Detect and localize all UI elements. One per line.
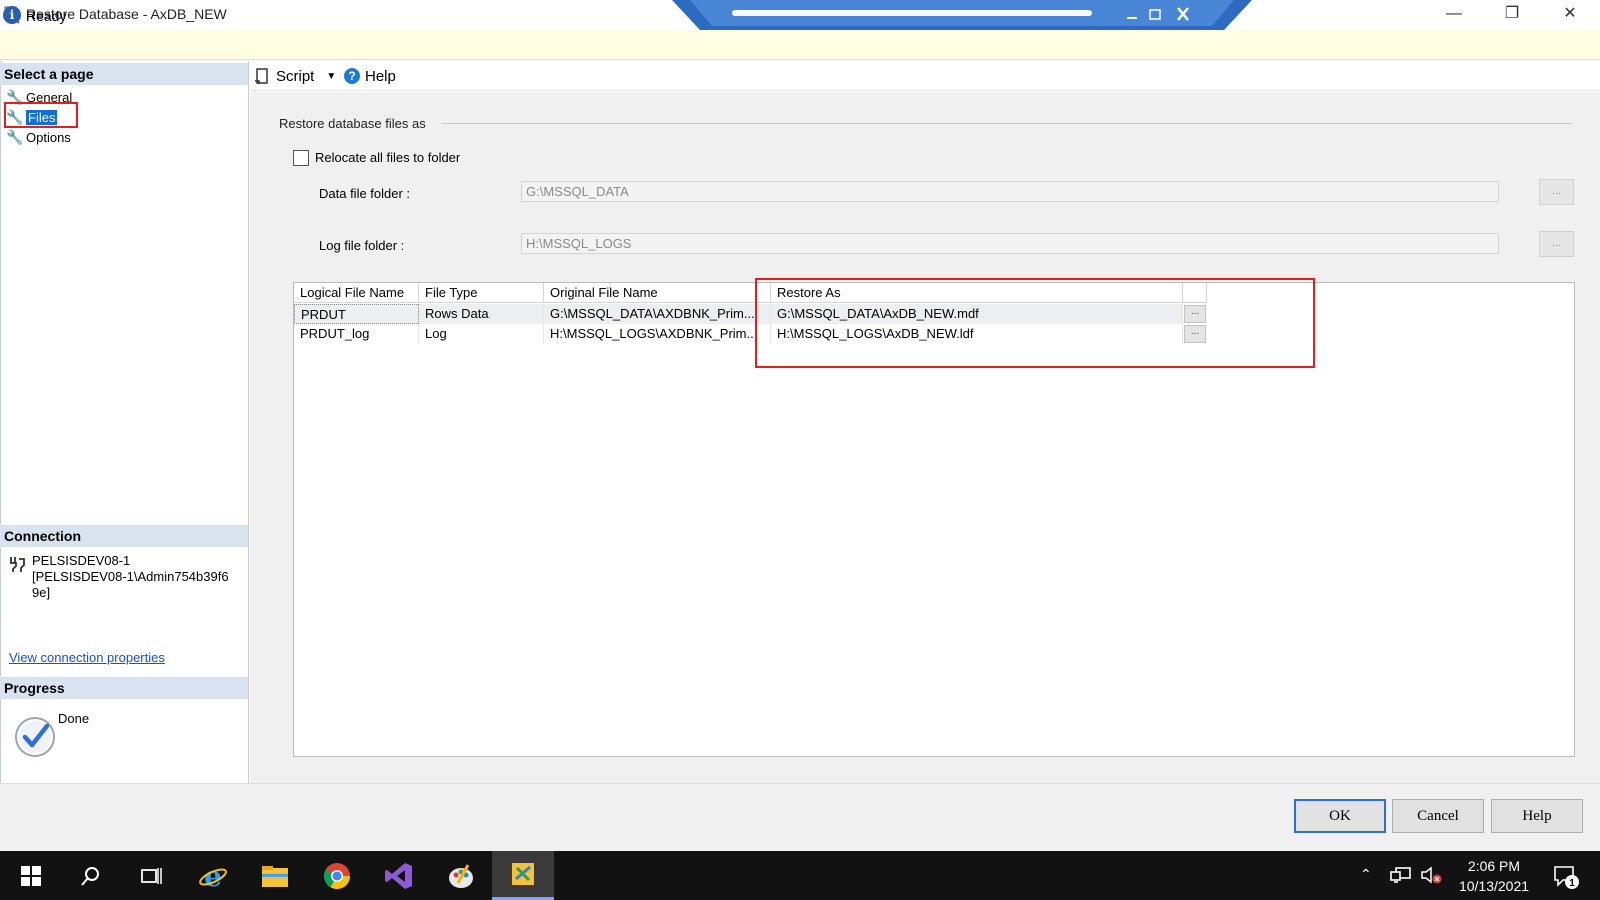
connection-user: [PELSISDEV08-1\Admin754b39f6 [32,569,229,584]
folder-icon [262,865,288,887]
restore-window-icon[interactable]: ❐ [1483,0,1541,28]
restore-as-highlight-box [755,278,1315,368]
column-header[interactable]: Original File Name [544,283,771,303]
svg-text:e: e [204,861,222,891]
status-text: Ready [26,8,67,24]
connection-header: Connection [0,525,248,547]
help-icon: ? [344,68,360,84]
group-divider [442,123,1572,124]
table-cell[interactable]: G:\MSSQL_DATA\AXDBNK_Prim... [544,304,771,324]
search-icon [81,866,99,886]
windows-icon [21,865,41,886]
clock-date: 10/13/2021 [1458,878,1530,894]
column-header[interactable]: File Type [419,283,544,303]
remote-connection-bar[interactable] [672,0,1252,30]
clock-time: 2:06 PM [1467,858,1521,874]
table-cell[interactable]: PRDUT [294,304,419,324]
info-icon: i [3,6,21,24]
taskbar-app-explorer[interactable] [244,851,306,900]
status-bar [0,30,1600,60]
select-page-header: Select a page [0,63,248,85]
taskbar-app-chrome[interactable] [306,851,368,900]
chrome-icon [323,862,351,889]
data-folder-input[interactable]: G:\MSSQL_DATA [521,181,1499,202]
help-toolbar-button[interactable]: ? Help [343,65,396,87]
left-panel [0,61,249,783]
help-button[interactable]: Help [1491,799,1583,833]
clock[interactable]: 2:06 PM 10/13/2021 [1452,856,1536,896]
volume-muted-icon[interactable] [1420,866,1442,884]
log-folder-label: Log file folder : [319,238,405,253]
table-cell[interactable]: Rows Data [419,304,544,324]
progress-header: Progress [0,677,248,699]
progress-status: Done [58,711,90,726]
svg-text:?: ? [348,69,355,83]
task-view-icon [141,867,162,884]
network-icon[interactable] [1390,866,1412,884]
files-highlight-box [4,102,78,128]
notification-count: 1 [1569,878,1575,889]
connection-server: PELSISDEV08-1 [32,553,131,568]
data-folder-browse-button[interactable]: ... [1539,179,1574,205]
taskbar-app-ie[interactable]: e [182,851,244,900]
visual-studio-icon [385,862,412,889]
view-connection-properties-link[interactable]: View connection properties [9,650,165,665]
ok-button[interactable]: OK [1294,799,1386,833]
script-icon [255,68,268,84]
taskbar-app-visual-studio[interactable] [368,851,430,900]
table-cell[interactable]: H:\MSSQL_LOGS\AXDBNK_Prim... [544,324,771,344]
taskbar-app-paint[interactable] [430,851,492,900]
table-cell[interactable]: PRDUT_log [294,324,419,344]
connection-icon [10,557,25,572]
taskbar-app-ssms[interactable] [492,851,554,900]
log-folder-input[interactable]: H:\MSSQL_LOGS [521,233,1499,254]
close-icon[interactable]: ✕ [1541,0,1599,28]
group-label: Restore database files as [279,116,426,131]
toolbar [250,61,1600,91]
script-button[interactable]: Script ▼ [254,65,336,87]
start-button[interactable] [0,851,62,900]
connection-user-cont: 9e] [32,585,51,600]
chevron-down-icon[interactable]: ▼ [326,71,336,82]
minimize-icon[interactable]: — [1425,0,1483,28]
ssms-icon [512,863,534,885]
script-label: Script [276,67,315,85]
column-header[interactable]: Logical File Name [294,283,419,303]
paint-icon [449,863,473,888]
page-item-options[interactable]: 🔧 Options [6,127,71,147]
help-label: Help [365,67,396,85]
internet-explorer-icon: e [199,861,227,891]
relocate-checkbox[interactable] [293,150,309,166]
task-view-button[interactable] [120,851,182,900]
search-button[interactable] [60,851,122,900]
table-cell[interactable]: Log [419,324,544,344]
log-folder-browse-button[interactable]: ... [1539,231,1574,257]
checkmark-icon [15,717,55,757]
page-item-label: Options [26,129,71,145]
cancel-button[interactable]: Cancel [1392,799,1484,833]
notification-icon[interactable]: 1 [1552,864,1580,890]
relocate-label[interactable]: Relocate all files to folder [315,150,460,165]
chevron-up-icon[interactable]: ⌃ [1360,866,1372,883]
wrench-icon: 🔧 [6,129,24,145]
data-folder-label: Data file folder : [319,186,411,201]
connection-info: PELSISDEV08-1 [PELSISDEV08-1\Admin754b39… [32,553,242,601]
